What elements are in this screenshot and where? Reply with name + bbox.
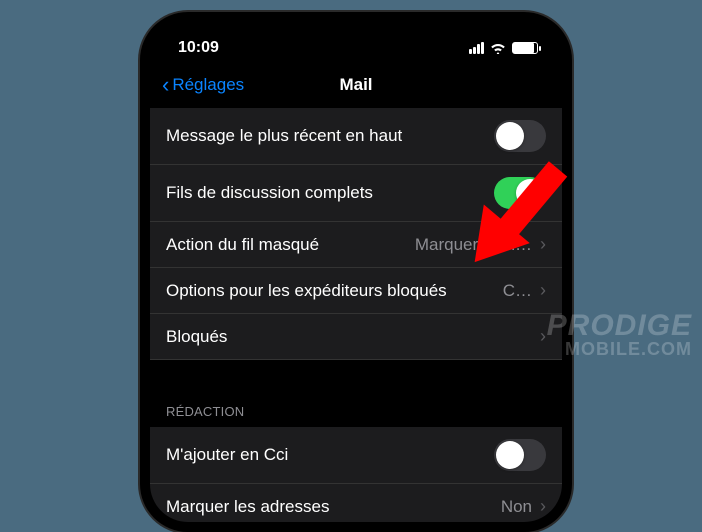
arrow-annotation-icon <box>430 140 590 300</box>
watermark-line2: MOBILE.COM <box>547 341 692 358</box>
notch <box>256 22 456 52</box>
row-label: Bloqués <box>166 327 227 347</box>
toggle-bcc-myself[interactable] <box>494 439 546 471</box>
navigation-bar: ‹ Réglages Mail <box>150 62 562 108</box>
back-label: Réglages <box>172 75 244 95</box>
back-button[interactable]: ‹ Réglages <box>162 74 244 96</box>
chevron-right-icon: › <box>540 496 546 517</box>
cellular-signal-icon <box>469 42 484 54</box>
status-indicators <box>469 42 538 54</box>
watermark: PRODIGE MOBILE.COM <box>547 312 692 358</box>
battery-icon <box>512 42 538 54</box>
wifi-icon <box>490 42 506 54</box>
chevron-right-icon: › <box>540 326 546 347</box>
row-blocked[interactable]: Bloqués › <box>150 314 562 360</box>
row-label: Action du fil masqué <box>166 235 319 255</box>
row-mark-addresses[interactable]: Marquer les adresses Non › <box>150 484 562 522</box>
chevron-left-icon: ‹ <box>162 74 169 96</box>
page-title: Mail <box>339 75 372 95</box>
section-header-redaction: RÉDACTION <box>150 380 562 427</box>
watermark-line1: PRODIGE <box>547 312 692 341</box>
row-label: Message le plus récent en haut <box>166 126 402 146</box>
status-time: 10:09 <box>178 39 219 57</box>
row-label: M'ajouter en Cci <box>166 445 288 465</box>
row-bcc-myself[interactable]: M'ajouter en Cci <box>150 427 562 484</box>
row-label: Fils de discussion complets <box>166 183 373 203</box>
